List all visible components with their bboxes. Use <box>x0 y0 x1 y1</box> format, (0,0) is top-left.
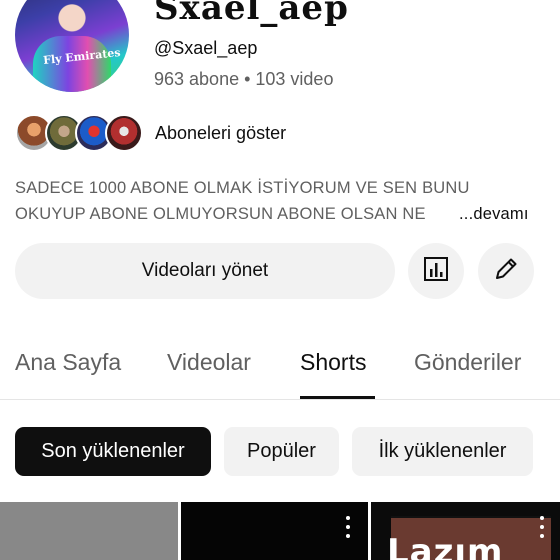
description-line-2-text: OKUYUP ABONE OLMUYORSUN ABONE OLSAN NE <box>15 205 426 223</box>
pencil-icon <box>492 255 520 288</box>
channel-name: Sxael_aep <box>154 0 349 28</box>
filter-popular-chip[interactable]: Popüler <box>224 427 339 476</box>
subscriber-avatar <box>105 114 143 152</box>
short-thumbnail[interactable] <box>0 502 178 560</box>
channel-stats: 963 abone • 103 video <box>154 69 334 89</box>
short-thumbnail[interactable] <box>181 502 368 560</box>
channel-description[interactable]: SADECE 1000 ABONE OLMAK İSTİYORUM VE SEN… <box>15 175 545 227</box>
description-line-1: SADECE 1000 ABONE OLMAK İSTİYORUM VE SEN… <box>15 179 470 197</box>
manage-videos-button[interactable]: Videoları yönet <box>15 243 395 299</box>
channel-avatar[interactable]: Fly Emirates <box>15 0 129 92</box>
subscriber-avatars[interactable] <box>15 114 145 152</box>
short-thumbnail[interactable]: Lazım <box>371 502 560 560</box>
show-subscribers-link[interactable]: Aboneleri göster <box>155 123 286 144</box>
more-vert-icon[interactable] <box>345 516 351 538</box>
analytics-button[interactable] <box>408 243 464 299</box>
description-line-2: OKUYUP ABONE OLMUYORSUN ABONE OLSAN NE .… <box>15 201 545 227</box>
tab-videos[interactable]: Videolar <box>167 349 251 376</box>
tab-posts[interactable]: Gönderiler <box>414 349 521 376</box>
filter-latest-chip[interactable]: Son yüklenenler <box>15 427 211 476</box>
edit-channel-button[interactable] <box>478 243 534 299</box>
bar-chart-icon <box>422 255 450 288</box>
channel-handle: @Sxael_aep <box>154 38 258 58</box>
filter-oldest-chip[interactable]: İlk yüklenenler <box>352 427 533 476</box>
tab-shorts[interactable]: Shorts <box>300 349 366 376</box>
thumbnail-overlay-text: Lazım <box>387 532 504 560</box>
channel-tabs: Ana Sayfa Videolar Shorts Gönderiler <box>0 336 560 400</box>
description-more-link[interactable]: ...devamı <box>445 201 529 227</box>
more-vert-icon[interactable] <box>539 516 545 538</box>
active-tab-indicator <box>300 396 375 399</box>
tab-home[interactable]: Ana Sayfa <box>15 349 121 376</box>
